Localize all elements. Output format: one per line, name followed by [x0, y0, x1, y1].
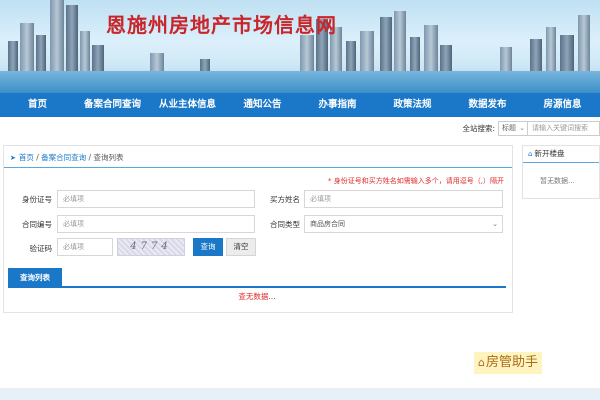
banner-building	[20, 23, 34, 75]
banner-building	[546, 27, 556, 75]
divider	[4, 167, 512, 168]
home-icon: ⌂	[528, 150, 533, 158]
banner-building	[424, 25, 438, 75]
main-nav: 首页 备案合同查询 从业主体信息 通知公告 办事指南 政策法规 数据发布 房源信…	[0, 93, 600, 117]
tab-query-list[interactable]: 查询列表	[8, 268, 62, 288]
house-logo-icon: ⌂	[478, 356, 485, 369]
results-tabbar: 查询列表	[8, 268, 506, 288]
watermark: ⌂房管助手	[474, 352, 542, 374]
site-search-scope-select[interactable]: 标题 ⌄	[498, 120, 528, 136]
banner-building	[578, 15, 590, 75]
banner-building	[380, 17, 392, 75]
banner-building	[80, 31, 90, 75]
breadcrumb-current: 查询列表	[93, 153, 124, 162]
banner-building	[394, 11, 406, 75]
banner-building	[66, 5, 78, 75]
clear-button[interactable]: 清空	[226, 238, 256, 256]
buyer-name-input[interactable]: 必填项	[304, 190, 503, 208]
id-number-label: 身份证号	[22, 195, 52, 204]
banner-building	[346, 41, 356, 75]
site-search-label: 全站搜索:	[462, 123, 495, 133]
nav-item-policies[interactable]: 政策法规	[375, 93, 450, 117]
breadcrumb-section[interactable]: 备案合同查询	[41, 153, 86, 162]
new-listings-title: 新开楼盘	[534, 149, 565, 158]
contract-number-label: 合同编号	[22, 220, 52, 229]
nav-item-data[interactable]: 数据发布	[450, 93, 525, 117]
captcha-label: 验证码	[29, 244, 53, 253]
banner-building	[50, 0, 64, 75]
location-arrow-icon: ➤	[10, 154, 16, 162]
nav-item-practitioners[interactable]: 从业主体信息	[150, 93, 225, 117]
results-empty-message: 查无数据...	[238, 292, 276, 301]
banner-building	[560, 35, 574, 75]
site-banner: 恩施州房地产市场信息网	[0, 0, 600, 93]
watermark-text: 房管助手	[485, 355, 538, 370]
site-search: 全站搜索: 标题 ⌄ 请输入关键词搜索	[462, 120, 600, 136]
banner-building	[8, 41, 18, 75]
banner-building	[360, 31, 374, 75]
buyer-name-label: 买方姓名	[270, 195, 300, 204]
nav-item-contract-query[interactable]: 备案合同查询	[75, 93, 150, 117]
banner-building	[300, 35, 314, 75]
new-listings-empty: 暂无数据...	[540, 177, 575, 185]
footer-bar	[0, 388, 600, 400]
site-search-input[interactable]: 请输入关键词搜索	[528, 120, 600, 136]
contract-number-input[interactable]: 必填项	[57, 215, 255, 233]
banner-building	[36, 35, 46, 75]
banner-building	[410, 37, 420, 75]
query-button[interactable]: 查询	[193, 238, 223, 256]
nav-item-guide[interactable]: 办事指南	[300, 93, 375, 117]
new-listings-panel: ⌂ 新开楼盘 暂无数据...	[522, 145, 600, 199]
nav-item-listings[interactable]: 房源信息	[525, 93, 600, 117]
site-title: 恩施州房地产市场信息网	[106, 13, 337, 37]
chevron-down-icon: ⌄	[492, 220, 498, 228]
banner-building	[530, 39, 542, 75]
breadcrumb-home[interactable]: 首页	[19, 153, 34, 162]
captcha-image[interactable]: 4774	[117, 238, 185, 256]
captcha-input[interactable]: 必填项	[57, 238, 113, 256]
site-search-scope-value: 标题	[502, 123, 516, 132]
id-number-input[interactable]: 必填项	[57, 190, 255, 208]
chevron-down-icon: ⌄	[519, 123, 525, 132]
contract-type-select[interactable]: 商品房合同 ⌄	[304, 215, 503, 233]
contract-type-value: 商品房合同	[310, 220, 345, 228]
nav-item-notices[interactable]: 通知公告	[225, 93, 300, 117]
new-listings-header: ⌂ 新开楼盘	[523, 146, 599, 163]
nav-item-home[interactable]: 首页	[0, 93, 75, 117]
banner-water	[0, 71, 600, 93]
form-note: * 身份证号和买方姓名如需输入多个，请用逗号（,）隔开	[328, 177, 504, 185]
breadcrumb: ➤ 首页 / 备案合同查询 / 查询列表	[10, 152, 123, 163]
contract-type-label: 合同类型	[270, 220, 300, 229]
